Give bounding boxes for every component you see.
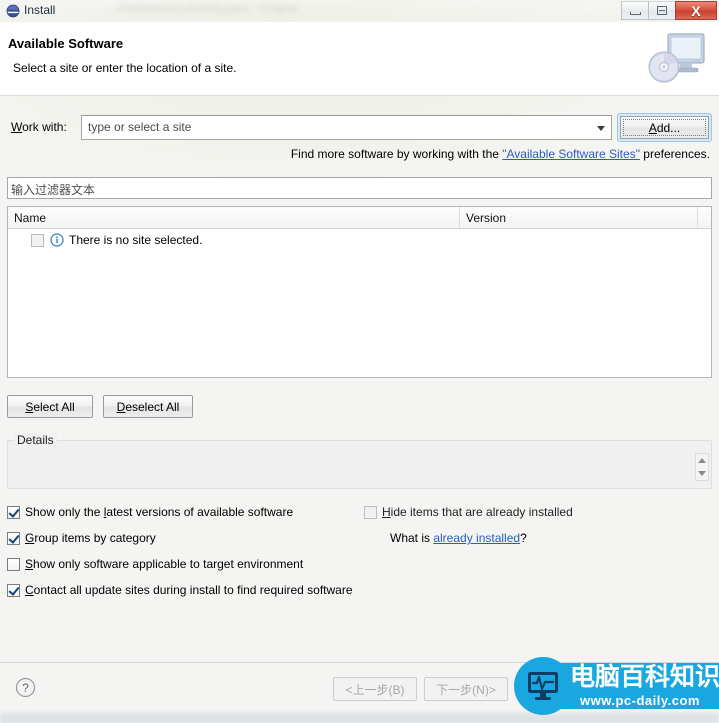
- monitor-heartbeat-icon: [523, 665, 563, 708]
- maximize-button[interactable]: [648, 1, 676, 20]
- title-bar: Install X: [0, 0, 719, 22]
- option-show-latest-versions[interactable]: Show only the latest versions of availab…: [7, 505, 293, 519]
- install-dialog: ...Preferences.Activity.java - Eclipse .…: [0, 0, 719, 723]
- add-site-button[interactable]: Add...: [620, 116, 709, 139]
- scroll-up-icon[interactable]: [698, 458, 706, 463]
- table-header: Name Version: [8, 207, 711, 229]
- find-more-text-before: Find more software by working with the: [290, 147, 503, 161]
- what-is-text-after: ?: [520, 531, 527, 545]
- option-label: Show only the latest versions of availab…: [25, 505, 294, 519]
- find-more-text-after: preferences.: [639, 147, 710, 161]
- details-group: [7, 440, 712, 489]
- eclipse-globe-icon: [6, 4, 20, 18]
- option-target-environment[interactable]: Show only software applicable to target …: [7, 557, 303, 571]
- checkbox-target-environment[interactable]: [7, 558, 20, 571]
- work-with-combo[interactable]: type or select a site: [81, 115, 612, 140]
- details-legend: Details: [14, 433, 57, 447]
- filter-input[interactable]: 输入过滤器文本: [7, 177, 712, 199]
- details-scrollbar[interactable]: [695, 453, 709, 481]
- help-question-icon[interactable]: ?: [15, 677, 36, 698]
- select-all-label: Select All: [25, 399, 75, 414]
- watermark-url: www.pc-daily.com: [580, 693, 700, 708]
- deselect-all-label: Deselect All: [116, 399, 180, 414]
- already-installed-link[interactable]: already installed: [433, 531, 520, 545]
- column-header-name[interactable]: Name: [8, 207, 460, 228]
- option-label: Hide items that are already installed: [382, 505, 573, 519]
- svg-text:?: ?: [22, 681, 29, 695]
- option-label: Show only software applicable to target …: [25, 557, 304, 571]
- column-header-version[interactable]: Version: [460, 207, 698, 228]
- next-button-label: 下一步(N)>: [436, 682, 496, 697]
- watermark-brand: 电脑百科知识: [570, 663, 719, 691]
- checkbox-contact-all-update-sites[interactable]: [7, 584, 20, 597]
- info-circle-icon: [50, 233, 64, 247]
- minimize-button[interactable]: [621, 1, 649, 20]
- available-software-sites-link[interactable]: "Available Software Sites": [502, 147, 640, 161]
- column-header-blank[interactable]: [698, 207, 711, 228]
- available-software-table[interactable]: Name Version There is no site selected.: [7, 206, 712, 378]
- deselect-all-button[interactable]: Deselect All: [103, 395, 193, 418]
- work-with-mnemonic: W: [11, 120, 23, 134]
- what-is-already-installed: What is already installed?: [390, 531, 527, 545]
- checkbox-show-latest-versions[interactable]: [7, 506, 20, 519]
- what-is-text-before: What is: [390, 531, 434, 545]
- wizard-header: Available Software Select a site or ente…: [0, 22, 719, 96]
- option-group-by-category[interactable]: Group items by category: [7, 531, 156, 545]
- add-button-label: Add...: [648, 120, 681, 135]
- work-with-label: Work with:: [11, 120, 67, 134]
- table-row[interactable]: There is no site selected.: [8, 229, 711, 251]
- work-with-label-text: ork with:: [22, 120, 67, 134]
- window-controls: X: [621, 1, 717, 21]
- back-button-label: <上一步(B): [345, 682, 405, 697]
- maximize-icon: [657, 6, 667, 15]
- watermark-circle: [514, 657, 572, 715]
- back-button[interactable]: <上一步(B): [333, 677, 417, 701]
- page-subtitle: Select a site or enter the location of a…: [13, 61, 237, 75]
- work-with-combo-value: type or select a site: [88, 120, 192, 134]
- checkbox-group-by-category[interactable]: [7, 532, 20, 545]
- row-name: There is no site selected.: [69, 233, 203, 247]
- page-title: Available Software: [8, 36, 124, 51]
- option-contact-all-update-sites[interactable]: Contact all update sites during install …: [7, 583, 353, 597]
- scroll-down-icon[interactable]: [698, 471, 706, 476]
- option-label: Contact all update sites during install …: [25, 583, 353, 597]
- minimize-icon: [629, 11, 641, 15]
- checkbox-hide-already-installed[interactable]: [364, 506, 377, 519]
- monitor-with-cd-icon: [646, 28, 708, 88]
- filter-placeholder: 输入过滤器文本: [11, 183, 96, 197]
- next-button[interactable]: 下一步(N)>: [424, 677, 508, 701]
- option-label: Group items by category: [25, 531, 156, 545]
- chevron-down-icon[interactable]: [597, 126, 605, 131]
- watermark-logo: 电脑百科知识 www.pc-daily.com: [514, 655, 719, 719]
- option-hide-already-installed[interactable]: Hide items that are already installed: [364, 505, 573, 519]
- find-more-software-hint: Find more software by working with the "…: [291, 147, 710, 161]
- work-with-row: Work with: type or select a site Add...: [0, 113, 719, 142]
- select-all-button[interactable]: Select All: [7, 395, 93, 418]
- close-button[interactable]: X: [675, 1, 717, 20]
- add-button-focus-ring: Add...: [617, 113, 712, 142]
- window-title: Install: [24, 3, 56, 17]
- row-checkbox[interactable]: [31, 233, 44, 247]
- close-icon: X: [691, 2, 701, 19]
